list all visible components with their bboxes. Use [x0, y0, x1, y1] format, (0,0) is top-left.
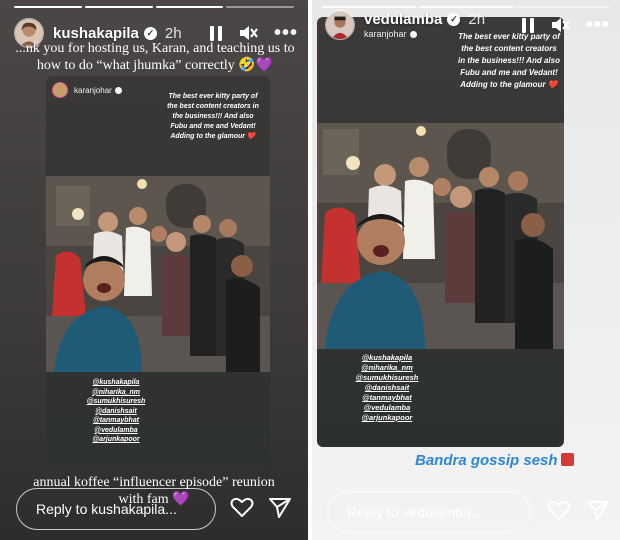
- story-time: 2h: [164, 24, 182, 42]
- shared-story-card[interactable]: karanjohar The best ever kitty party of …: [46, 76, 270, 466]
- pause-icon[interactable]: [521, 17, 534, 33]
- mute-icon[interactable]: [550, 16, 570, 34]
- more-icon[interactable]: •••: [586, 14, 610, 37]
- mention-tag[interactable]: @arjunkapoor: [337, 413, 437, 423]
- sticker-emoji-icon: [560, 453, 574, 466]
- story-username[interactable]: kushakapila: [53, 25, 139, 42]
- story-username[interactable]: vedulamba: [364, 11, 442, 28]
- mention-tag[interactable]: @tanmaybhat: [337, 393, 437, 403]
- send-icon[interactable]: [267, 494, 293, 520]
- reply-input[interactable]: Reply to vedulamba...: [327, 491, 531, 533]
- avatar[interactable]: [325, 10, 355, 40]
- mention-tag[interactable]: @vedulamba: [337, 403, 437, 413]
- send-icon[interactable]: [585, 497, 611, 523]
- story-caption-top: ...nk you for hosting us, Karan, and tea…: [15, 41, 295, 73]
- heart-icon[interactable]: [546, 497, 572, 523]
- mention-tag[interactable]: @danishsait: [66, 407, 166, 417]
- mention-tags: @kushakapila @niharika_nm @sumukhisuresh…: [66, 378, 166, 445]
- shared-story-caption: The best ever kitty party of the best co…: [167, 93, 259, 140]
- shared-story-header: karanjohar: [52, 82, 122, 98]
- mention-tag[interactable]: @tanmaybhat: [66, 416, 166, 426]
- mention-tag[interactable]: @niharika_nm: [337, 363, 437, 373]
- pause-icon[interactable]: [209, 25, 222, 41]
- reply-input[interactable]: Reply to kushakapila...: [16, 488, 216, 530]
- story-header: vedulamba ✓ 2h karanjohar •••: [325, 8, 610, 42]
- mention-tag[interactable]: @arjunkapoor: [66, 435, 166, 445]
- verified-badge-icon: [409, 30, 417, 38]
- group-photo: [317, 123, 564, 349]
- shared-from-username[interactable]: karanjohar: [364, 29, 407, 39]
- mention-tag[interactable]: @sumukhisuresh: [66, 397, 166, 407]
- mention-tag[interactable]: @danishsait: [337, 383, 437, 393]
- story-viewer-left: kushakapila ✓ 2h ••• ...nk you for hosti…: [0, 0, 308, 540]
- mention-tag[interactable]: @niharika_nm: [66, 388, 166, 398]
- mini-avatar: [52, 82, 68, 98]
- text-sticker: Bandra gossip sesh: [415, 452, 574, 469]
- story-progress-bar: [14, 6, 294, 8]
- sticker-text: Bandra gossip sesh: [415, 452, 558, 469]
- group-photo: [46, 176, 270, 372]
- shared-story-card[interactable]: The best ever kitty party of the best co…: [317, 17, 564, 447]
- verified-badge-icon: ✓: [447, 13, 461, 26]
- mention-tag[interactable]: @kushakapila: [337, 353, 437, 363]
- mention-tags: @kushakapila @niharika_nm @sumukhisuresh…: [337, 353, 437, 423]
- heart-icon[interactable]: [229, 494, 255, 520]
- verified-badge-icon: [114, 86, 122, 94]
- mention-tag[interactable]: @sumukhisuresh: [337, 373, 437, 383]
- mention-tag[interactable]: @kushakapila: [66, 378, 166, 388]
- mention-tag[interactable]: @vedulamba: [66, 426, 166, 436]
- verified-badge-icon: ✓: [143, 26, 157, 40]
- story-time: 2h: [468, 11, 486, 28]
- shared-story-author: karanjohar: [74, 85, 112, 95]
